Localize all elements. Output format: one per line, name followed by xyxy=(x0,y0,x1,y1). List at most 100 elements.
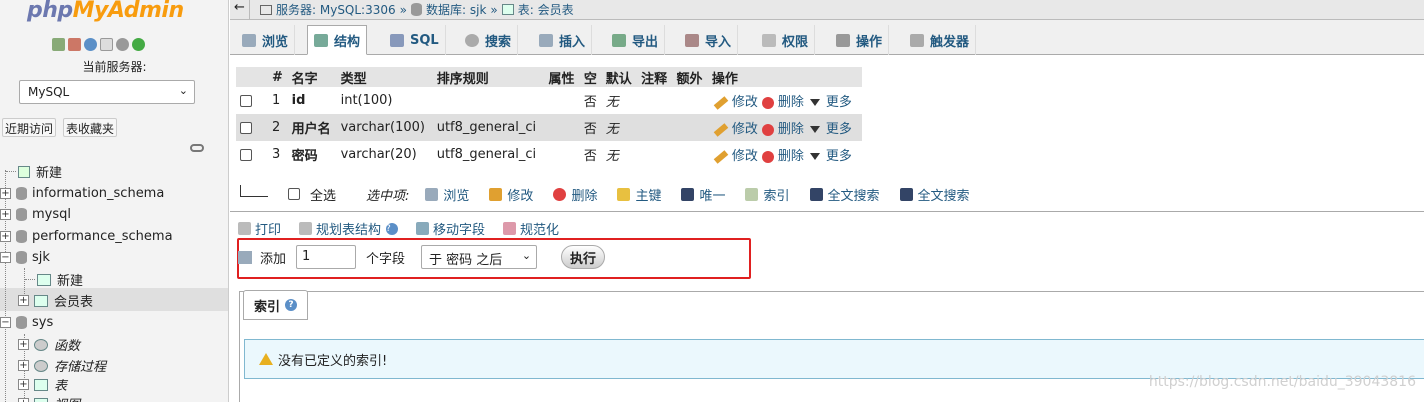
privileges-icon xyxy=(762,33,776,47)
expand-icon[interactable]: + xyxy=(18,360,29,371)
tree-item-new[interactable]: 新建 xyxy=(6,161,62,182)
indexes-tab[interactable]: 索引? xyxy=(243,290,309,320)
column-header: 默认 xyxy=(601,67,638,87)
propose-structure-link[interactable]: 规划表结构? xyxy=(299,219,399,238)
column-count-input[interactable]: 1 xyxy=(296,245,357,269)
edit-link[interactable]: 修改 xyxy=(732,122,758,137)
breadcrumb-table[interactable]: 表: 会员表 xyxy=(518,1,574,18)
more-link[interactable]: 更多 xyxy=(826,95,852,110)
edit-link[interactable]: 修改 xyxy=(732,149,758,164)
expand-icon[interactable]: + xyxy=(0,188,11,199)
expand-icon[interactable]: + xyxy=(18,379,29,390)
go-button[interactable]: 执行 xyxy=(561,245,606,269)
bulk-fulltext-button[interactable]: 全文搜索 xyxy=(899,185,970,204)
help-icon[interactable]: ? xyxy=(386,222,399,235)
collapse-icon[interactable]: − xyxy=(0,317,11,328)
search-icon xyxy=(465,33,479,47)
normalize-link[interactable]: 规范化 xyxy=(503,219,559,238)
check-all-label[interactable]: 全选 xyxy=(310,185,336,204)
tab-structure[interactable]: 结构 xyxy=(307,25,368,55)
docs-icon[interactable] xyxy=(100,38,113,51)
dropdown-triangle-icon xyxy=(809,126,820,133)
tab-triggers[interactable]: 触发器 xyxy=(904,25,977,55)
breadcrumb-server[interactable]: 服务器: MySQL:3306 xyxy=(276,1,396,18)
row-checkbox[interactable] xyxy=(240,94,252,107)
tree-item-tables[interactable]: + 表 xyxy=(18,374,67,395)
tab-privileges[interactable]: 权限 xyxy=(756,25,816,55)
move-columns-link[interactable]: 移动字段 xyxy=(416,219,485,238)
printer-icon xyxy=(238,222,251,235)
row-checkbox[interactable] xyxy=(240,121,252,134)
database-icon xyxy=(411,3,422,16)
tree-item-mysql[interactable]: + mysql xyxy=(0,204,71,225)
tab-export[interactable]: 导出 xyxy=(606,25,666,55)
tab-label: 导入 xyxy=(705,34,732,50)
expand-icon[interactable]: + xyxy=(0,231,11,242)
bulk-index-button[interactable]: 索引 xyxy=(745,185,790,204)
field-null: 否 xyxy=(579,87,602,114)
print-link[interactable]: 打印 xyxy=(238,219,281,238)
tree-item-functions[interactable]: + 函数 xyxy=(18,334,80,355)
field-type: varchar(100) xyxy=(336,114,433,141)
bulk-browse-button[interactable]: 浏览 xyxy=(425,185,469,204)
phpmyadmin-logo[interactable]: phpMyAdmin xyxy=(27,0,184,23)
tree-item-sjk-new[interactable]: 新建 xyxy=(25,269,83,290)
index-icon xyxy=(745,187,759,201)
link-icon[interactable] xyxy=(190,144,204,152)
expand-icon[interactable]: + xyxy=(18,339,29,350)
bulk-label: 全文搜索 xyxy=(827,188,880,204)
expand-icon[interactable]: + xyxy=(18,398,29,402)
tab-browse[interactable]: 浏览 xyxy=(236,25,296,55)
row-actions: 修改 删除 更多 xyxy=(707,114,862,141)
tree-item-procedures[interactable]: + 存储过程 xyxy=(18,355,106,376)
pencil-icon xyxy=(713,122,729,137)
position-select[interactable]: 于 密码 之后 ⌄ xyxy=(421,245,538,269)
home-icon[interactable] xyxy=(52,38,65,51)
tool-label: 规划表结构 xyxy=(316,223,382,238)
tab-label: 搜索 xyxy=(485,34,512,50)
bulk-label: 主键 xyxy=(635,188,662,204)
row-actions: 修改 删除 更多 xyxy=(707,87,862,114)
tab-sql[interactable]: SQL xyxy=(384,25,446,55)
tree-item-member-table[interactable]: + 会员表 xyxy=(18,290,93,311)
expand-icon[interactable]: + xyxy=(18,295,29,306)
back-arrow-icon[interactable]: ← xyxy=(230,0,250,20)
row-checkbox[interactable] xyxy=(240,148,252,161)
help-icon[interactable]: ? xyxy=(285,299,298,311)
logout-icon[interactable] xyxy=(68,38,81,51)
more-link[interactable]: 更多 xyxy=(826,149,852,164)
help-icon[interactable] xyxy=(84,38,97,51)
bulk-unique-button[interactable]: 唯一 xyxy=(681,185,725,204)
bulk-edit-button[interactable]: 修改 xyxy=(489,185,533,204)
delete-link[interactable]: 删除 xyxy=(778,122,804,137)
server-select[interactable]: MySQL ⌄ xyxy=(19,80,195,104)
tree-item-information-schema[interactable]: + information_schema xyxy=(0,183,164,204)
delete-link[interactable]: 删除 xyxy=(778,95,804,110)
collapse-icon[interactable]: − xyxy=(0,252,11,263)
wrench-icon xyxy=(836,33,850,47)
breadcrumb-database[interactable]: 数据库: sjk xyxy=(426,1,486,18)
tab-search[interactable]: 搜索 xyxy=(459,25,519,55)
recent-button[interactable]: 近期访问 xyxy=(2,118,57,137)
import-icon xyxy=(685,33,699,47)
delete-link[interactable]: 删除 xyxy=(778,149,804,164)
tree-item-views[interactable]: + 视图 xyxy=(18,393,80,402)
tree-item-sjk[interactable]: − sjk xyxy=(0,247,50,268)
tab-operations[interactable]: 操作 xyxy=(830,25,890,55)
bulk-primary-button[interactable]: 主键 xyxy=(617,185,661,204)
tree-item-performance-schema[interactable]: + performance_schema xyxy=(0,226,173,247)
bulk-delete-button[interactable]: 删除 xyxy=(553,185,597,204)
gear-icon[interactable] xyxy=(116,38,129,51)
tab-insert[interactable]: 插入 xyxy=(533,25,593,55)
bulk-spatial-button[interactable]: 全文搜索 xyxy=(809,185,880,204)
tree-item-sys[interactable]: − sys xyxy=(0,312,53,333)
reload-icon[interactable] xyxy=(132,38,145,51)
edit-link[interactable]: 修改 xyxy=(732,95,758,110)
tab-import[interactable]: 导入 xyxy=(679,25,739,55)
more-link[interactable]: 更多 xyxy=(826,122,852,137)
favorites-button[interactable]: 表收藏夹 xyxy=(63,118,118,137)
expand-icon[interactable]: + xyxy=(0,209,11,220)
tab-label: 浏览 xyxy=(262,34,289,50)
check-all-checkbox[interactable] xyxy=(288,188,300,200)
delete-icon xyxy=(553,187,567,201)
